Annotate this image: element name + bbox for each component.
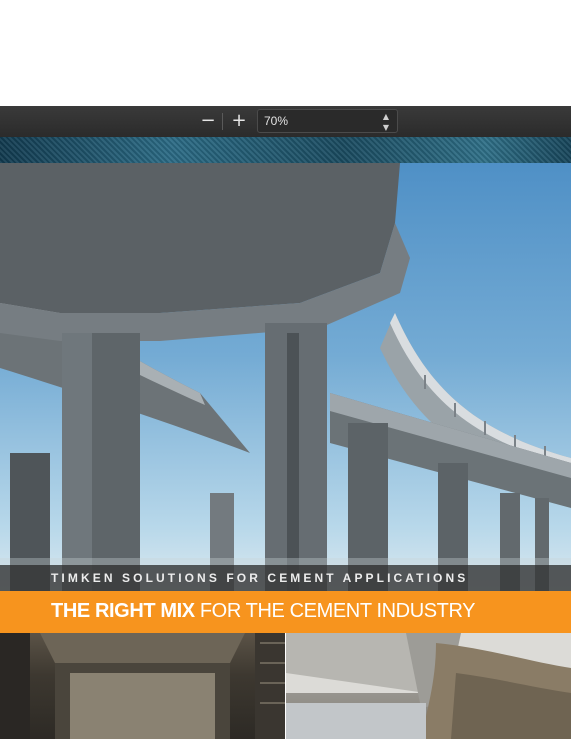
overpass-illustration xyxy=(0,163,571,592)
toolbar-divider xyxy=(222,113,223,130)
viewer-toolbar: − + 70% ▲ ▼ xyxy=(0,106,571,138)
kiln-interior-illustration xyxy=(0,633,285,739)
headline-bold-part: THE RIGHT MIX xyxy=(51,600,195,622)
minus-icon: − xyxy=(200,110,216,131)
document-page: TIMKEN SOLUTIONS FOR CEMENT APPLICATIONS… xyxy=(0,137,571,739)
zoom-level-select[interactable]: 70% ▲ ▼ xyxy=(257,109,398,133)
subtitle-band: TIMKEN SOLUTIONS FOR CEMENT APPLICATIONS xyxy=(0,565,571,591)
cement-chute-illustration xyxy=(286,633,571,739)
plus-icon: + xyxy=(231,110,247,131)
updown-arrows-icon: ▲ ▼ xyxy=(382,112,389,132)
document-headline: THE RIGHT MIX FOR THE CEMENT INDUSTRY xyxy=(51,600,476,623)
photo-strip xyxy=(0,633,571,739)
zoom-out-button[interactable]: − xyxy=(196,109,220,133)
header-texture-strip xyxy=(0,137,571,163)
photo-kiln-interior xyxy=(0,633,285,739)
zoom-level-value: 70% xyxy=(264,114,289,128)
headline-rest-part: FOR THE CEMENT INDUSTRY xyxy=(194,600,476,622)
document-subtitle: TIMKEN SOLUTIONS FOR CEMENT APPLICATIONS xyxy=(51,571,469,585)
photo-cement-pour xyxy=(286,633,571,739)
zoom-in-button[interactable]: + xyxy=(227,109,251,133)
hero-photo-overpass xyxy=(0,163,571,592)
headline-band: THE RIGHT MIX FOR THE CEMENT INDUSTRY xyxy=(0,591,571,633)
